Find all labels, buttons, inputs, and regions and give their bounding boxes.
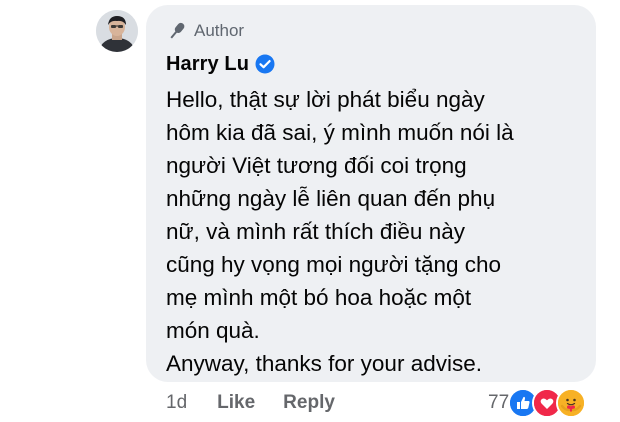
comment-actions: 1d Like Reply [166,390,335,416]
comment-line: hôm kia đã sai, ý mình muốn nói là [166,120,514,145]
timestamp[interactable]: 1d [166,392,187,414]
verified-badge-icon [255,54,275,74]
reaction-count: 77 [488,392,510,413]
comment-line: những ngày lễ liên quan đến phụ [166,186,496,211]
comment-line: món quà. [166,318,260,343]
comment-line: cũng hy vọng mọi người tặng cho [166,252,502,277]
comment-line: người Việt tương đối coi trọng [166,153,467,178]
author-badge: Author [166,19,244,43]
comment-bubble: Author Harry Lu Hello, thật sự lời phát … [146,5,596,382]
like-button[interactable]: Like [217,392,255,414]
comment-screenshot: Author Harry Lu Hello, thật sự lời phát … [0,0,620,422]
comment-line: nữ, và mình rất thích điều này [166,219,465,244]
comment-text: Hello, thật sự lời phát biểu ngày hôm ki… [166,83,581,380]
microphone-icon [166,20,188,42]
comment-line: Hello, thật sự lời phát biểu ngày [166,87,485,112]
author-badge-label: Author [194,21,245,40]
comment-line: Anyway, thanks for your advise. [166,351,482,376]
reactions-summary[interactable]: 77 [488,388,587,418]
author-name[interactable]: Harry Lu [166,53,249,76]
comment-line: mẹ mình một bó hoa hoặc một [166,285,472,310]
care-reaction-icon [556,388,587,418]
avatar[interactable] [96,10,138,52]
reply-button[interactable]: Reply [283,392,335,414]
avatar-image [96,10,138,52]
author-name-row: Harry Lu [166,50,275,78]
